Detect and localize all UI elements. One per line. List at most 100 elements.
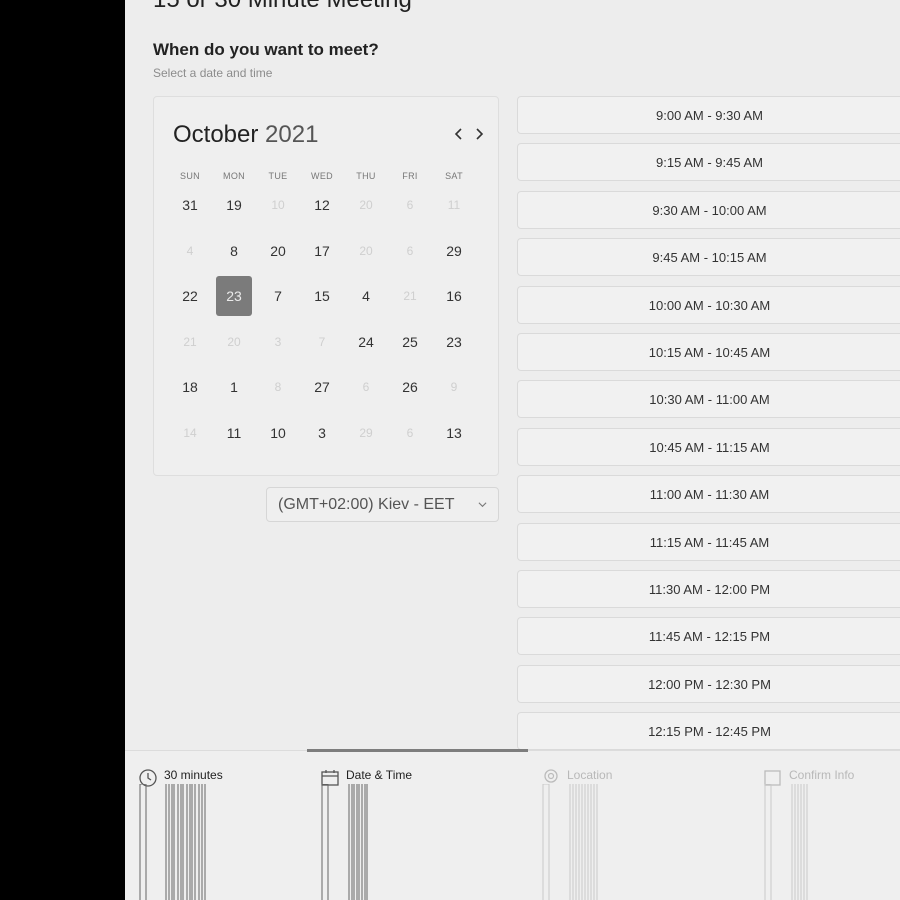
weekday-label: WED: [311, 171, 333, 181]
calendar-day[interactable]: 10: [260, 413, 296, 453]
calendar-day[interactable]: 4: [348, 276, 384, 316]
time-slot-label: 11:45 AM - 12:15 PM: [648, 629, 771, 645]
page-title: 15 or 30 Minute Meeting: [153, 0, 412, 14]
time-slot-button[interactable]: 11:45 AM - 12:15 PM: [517, 617, 900, 656]
calendar-day: 20: [227, 334, 241, 349]
weekday-label: SAT: [445, 171, 463, 181]
time-slot-button[interactable]: 9:00 AM - 9:30 AM: [517, 96, 900, 134]
calendar-day[interactable]: 31: [172, 185, 208, 225]
calendar-day: 6: [406, 198, 414, 212]
calendar-day[interactable]: 16: [436, 276, 472, 316]
time-slot-label: 9:45 AM - 10:15 AM: [652, 250, 767, 266]
time-slot-label: 12:15 PM - 12:45 PM: [648, 724, 771, 740]
calendar-day: 20: [359, 198, 373, 212]
weekday-header: SUN MON TUE WED THU FRI SAT: [172, 171, 480, 183]
calendar-day: 6: [406, 243, 414, 258]
calendar-day[interactable]: 15: [304, 276, 340, 316]
weekday-label: TUE: [268, 171, 288, 181]
calendar-day[interactable]: 1: [216, 367, 252, 407]
step-label: 30 minutes: [164, 768, 223, 782]
scheduler-app: 15 or 30 Minute Meeting When do you want…: [125, 0, 900, 900]
calendar-day: 8: [274, 380, 282, 394]
calendar-day[interactable]: 27: [304, 367, 340, 407]
calendar-day: 6: [362, 380, 370, 394]
calendar-day: 21: [183, 334, 197, 349]
time-slot-button[interactable]: 12:15 PM - 12:45 PM: [517, 712, 900, 751]
time-slot-label: 10:00 AM - 10:30 AM: [648, 297, 771, 313]
time-slot-label: 10:30 AM - 11:00 AM: [649, 392, 770, 408]
calendar-day[interactable]: 8: [216, 231, 252, 271]
step-stem: [764, 784, 772, 900]
time-slot-label: 12:00 PM - 12:30 PM: [648, 676, 771, 692]
step-label: Confirm Info: [789, 768, 855, 782]
calendar-month: October: [173, 121, 259, 148]
step-label: Date & Time: [346, 768, 413, 782]
calendar-day[interactable]: 25: [392, 322, 428, 362]
time-slot-label: 10:45 AM - 11:15 AM: [649, 439, 770, 455]
calendar-day[interactable]: 18: [172, 367, 208, 407]
time-slot-button[interactable]: 9:45 AM - 10:15 AM: [517, 238, 900, 277]
step-decoration: [542, 784, 598, 900]
next-month-button[interactable]: [470, 125, 488, 143]
step-stem: [139, 784, 147, 900]
time-slot-label: 9:00 AM - 9:30 AM: [656, 108, 763, 123]
weekday-label: THU: [356, 171, 376, 181]
section-heading: When do you want to meet?: [153, 40, 379, 59]
step-progress-bar: [307, 749, 528, 752]
time-slot-label: 11:15 AM - 11:45 AM: [649, 534, 770, 550]
chevron-left-icon: [454, 128, 462, 140]
chevron-right-icon: [476, 128, 484, 140]
calendar-day[interactable]: 20: [260, 231, 296, 271]
calendar-day[interactable]: 17: [304, 231, 340, 271]
weekday-label: SUN: [180, 171, 200, 181]
calendar-day: 21: [403, 289, 417, 303]
calendar-day: 29: [359, 425, 373, 440]
calendar-day[interactable]: 26: [392, 367, 428, 407]
calendar-day: 4: [186, 243, 194, 258]
calendar-day[interactable]: 11: [216, 413, 252, 453]
calendar-day[interactable]: 24: [348, 322, 384, 362]
chevron-down-icon: [478, 502, 487, 508]
time-slot-label: 9:30 AM - 10:00 AM: [652, 202, 767, 218]
calendar-day[interactable]: 19: [216, 185, 252, 225]
calendar-day[interactable]: 23: [436, 322, 472, 362]
time-slot-button[interactable]: 9:30 AM - 10:00 AM: [517, 190, 900, 229]
calendar-day-selected[interactable]: 23: [216, 276, 252, 316]
calendar-day: 7: [318, 334, 326, 349]
time-slot-button[interactable]: 10:15 AM - 10:45 AM: [517, 333, 900, 371]
calendar-day: 20: [359, 243, 373, 258]
time-slot-button[interactable]: 10:30 AM - 11:00 AM: [517, 380, 900, 419]
step-stem: [542, 784, 550, 900]
time-slot-button[interactable]: 11:00 AM - 11:30 AM: [517, 475, 900, 514]
calendar-day: 9: [450, 380, 458, 394]
time-slot-label: 11:30 AM - 12:00 PM: [648, 582, 771, 597]
step-decoration: [764, 784, 808, 900]
step-decoration: [139, 784, 206, 900]
calendar-year: 2021: [265, 121, 319, 148]
calendar-day[interactable]: 3: [304, 413, 340, 453]
weekday-label: FRI: [402, 171, 418, 181]
calendar-day[interactable]: 13: [436, 413, 472, 453]
step-label: Location: [567, 768, 613, 782]
section-subheading: Select a date and time: [153, 66, 273, 80]
time-slot-button[interactable]: 12:00 PM - 12:30 PM: [517, 664, 900, 703]
time-slot-button[interactable]: 10:45 AM - 11:15 AM: [517, 427, 900, 466]
calendar-day[interactable]: 22: [172, 276, 208, 316]
calendar-day: 14: [183, 425, 197, 440]
calendar-day: 6: [406, 425, 414, 440]
time-slot-button[interactable]: 9:15 AM - 9:45 AM: [517, 143, 900, 182]
time-slot-label: 9:15 AM - 9:45 AM: [656, 155, 763, 171]
calendar-day[interactable]: 12: [304, 185, 340, 225]
timezone-value: (GMT+02:00) Kiev - EET: [278, 496, 455, 513]
calendar-day[interactable]: 29: [436, 231, 472, 271]
prev-month-button[interactable]: [450, 125, 468, 143]
timezone-select[interactable]: (GMT+02:00) Kiev - EET: [266, 487, 499, 522]
weekday-label: MON: [223, 171, 245, 181]
booking-steps: 30 minutes Date & Time Location Confirm …: [125, 749, 900, 900]
calendar-day: 10: [271, 198, 285, 212]
time-slot-button[interactable]: 11:15 AM - 11:45 AM: [517, 522, 900, 561]
time-slot-button[interactable]: 10:00 AM - 10:30 AM: [517, 285, 900, 324]
time-slot-button[interactable]: 11:30 AM - 12:00 PM: [517, 570, 900, 608]
calendar-day[interactable]: 7: [260, 276, 296, 316]
step-decoration: [321, 784, 368, 900]
